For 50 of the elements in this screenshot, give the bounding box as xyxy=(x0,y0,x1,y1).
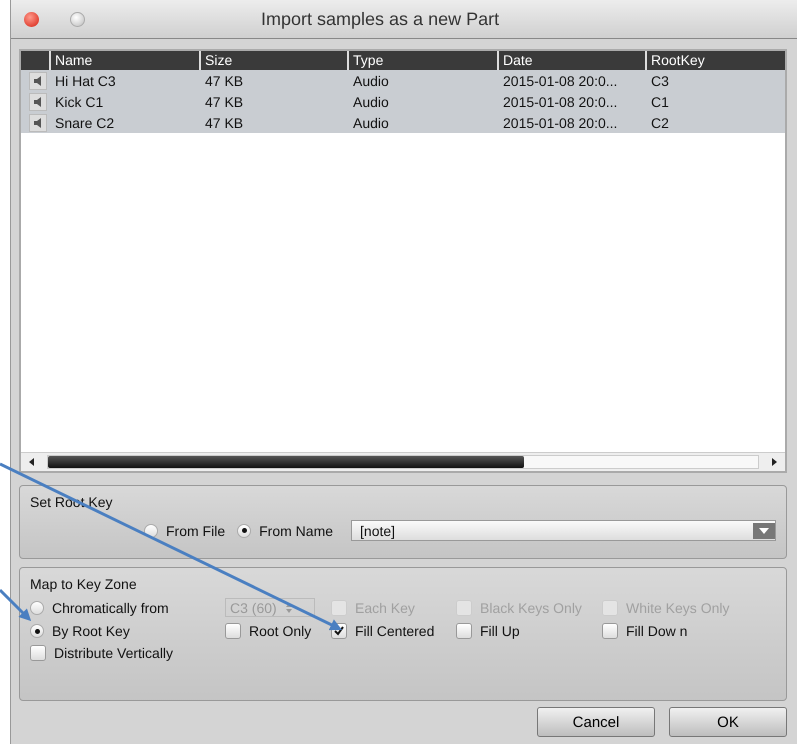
radio-button[interactable] xyxy=(237,524,252,538)
table-cell-text: 2015-01-08 20:0... xyxy=(502,114,618,130)
table-cell-text: Hi Hat C3 xyxy=(54,72,117,88)
radio-option[interactable]: From File xyxy=(144,522,226,538)
speaker-icon[interactable] xyxy=(29,72,47,90)
radio-option[interactable]: By Root Key xyxy=(30,623,225,639)
radio-option[interactable]: Chromatically from xyxy=(30,598,225,617)
radio-button[interactable] xyxy=(30,600,44,614)
radio-option[interactable]: From Name xyxy=(237,522,334,538)
scroll-thumb[interactable] xyxy=(48,456,524,468)
table-row[interactable]: Hi Hat C3 47 KB Audio 2015-01-08 20:0... C3 xyxy=(21,70,785,91)
checkbox-option[interactable]: Fill Up xyxy=(456,623,602,639)
dialog-button[interactable]: Cancel xyxy=(537,707,655,737)
table-cell-text: C1 xyxy=(650,94,670,110)
speaker-icon[interactable] xyxy=(29,92,47,110)
table-cell-text: 2015-01-08 20:0... xyxy=(502,72,618,88)
checkbox-option[interactable]: Fill Dow n xyxy=(602,623,776,639)
speaker-icon[interactable] xyxy=(29,114,47,132)
panel-label: Map to Key Zone xyxy=(30,576,138,592)
column-header[interactable]: RootKey xyxy=(647,51,785,70)
table-cell-text: 47 KB xyxy=(204,72,244,88)
close-button[interactable] xyxy=(24,12,39,26)
table-cell-text: Audio xyxy=(352,94,390,110)
table-cell-text: 47 KB xyxy=(204,114,244,130)
horizontal-scrollbar[interactable] xyxy=(21,452,785,471)
checkbox-option[interactable]: Distribute Vertically xyxy=(30,645,225,661)
dialog-button[interactable]: OK xyxy=(669,707,787,737)
caret-icon xyxy=(753,522,775,538)
checkbox[interactable] xyxy=(225,623,241,639)
minimize-button[interactable] xyxy=(70,12,85,26)
table-row[interactable]: Kick C1 47 KB Audio 2015-01-08 20:0... C1 xyxy=(21,91,785,112)
checkbox[interactable] xyxy=(602,623,618,639)
table-cell-text: Audio xyxy=(352,114,390,130)
table-row[interactable]: Snare C2 47 KB Audio 2015-01-08 20:0... C2 xyxy=(21,112,785,133)
table-cell-text: Snare C2 xyxy=(54,114,116,130)
table-cell-text: C3 xyxy=(650,72,670,88)
radio-button[interactable] xyxy=(30,624,44,638)
table-cell-text: C2 xyxy=(650,114,670,130)
scroll-left-icon[interactable] xyxy=(27,457,37,467)
scroll-right-icon[interactable] xyxy=(769,457,779,467)
checkbox[interactable] xyxy=(456,623,472,639)
table-cell-text: 2015-01-08 20:0... xyxy=(502,94,618,110)
window-title: Import samples as a new Part xyxy=(261,9,500,30)
checkbox-option[interactable]: Root Only xyxy=(225,623,331,639)
table-cell-text: Kick C1 xyxy=(54,94,104,110)
checkbox[interactable] xyxy=(30,645,46,661)
table-cell-text: Audio xyxy=(352,72,390,88)
pattern-dropdown[interactable]: [note] xyxy=(351,520,776,541)
checkbox-option[interactable]: Fill Centered xyxy=(331,623,456,639)
table-cell-text: 47 KB xyxy=(204,94,244,110)
